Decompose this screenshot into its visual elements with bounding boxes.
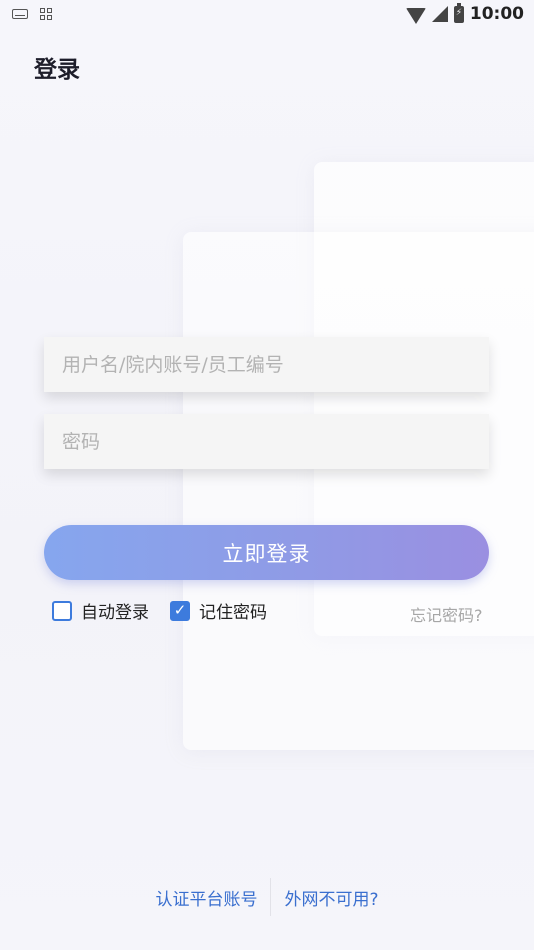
- password-input[interactable]: [44, 414, 489, 469]
- status-right: 10:00: [405, 2, 524, 24]
- keyboard-icon: [12, 9, 28, 19]
- auto-login-label: 自动登录: [81, 603, 149, 623]
- remember-password-label: 记住密码: [199, 603, 267, 623]
- footer-links: 认证平台账号 外网不可用?: [0, 878, 534, 916]
- status-left: [12, 8, 52, 20]
- username-field-wrap: [44, 337, 489, 392]
- status-time: 10:00: [469, 4, 524, 24]
- auto-login-option[interactable]: 自动登录: [52, 598, 149, 623]
- app-grid-icon: [40, 8, 52, 20]
- password-field-wrap: [44, 414, 489, 469]
- network-unavailable-link[interactable]: 外网不可用?: [271, 885, 391, 910]
- battery-charging-icon: [453, 2, 464, 23]
- forgot-password-link[interactable]: 忘记密码?: [410, 602, 483, 626]
- checkmark-icon: ✓: [173, 601, 187, 619]
- wifi-icon: [405, 8, 426, 24]
- auth-platform-link[interactable]: 认证平台账号: [142, 885, 270, 910]
- remember-password-checkbox[interactable]: ✓: [170, 600, 190, 621]
- username-input[interactable]: [44, 337, 489, 392]
- decorative-card-front: [183, 232, 534, 750]
- remember-password-option[interactable]: ✓ 记住密码: [170, 598, 267, 623]
- status-bar: 10:00: [0, 0, 534, 28]
- page-title: 登录: [34, 57, 80, 83]
- login-button[interactable]: 立即登录: [44, 525, 489, 580]
- auto-login-checkbox[interactable]: [52, 600, 72, 621]
- signal-icon: [431, 6, 448, 22]
